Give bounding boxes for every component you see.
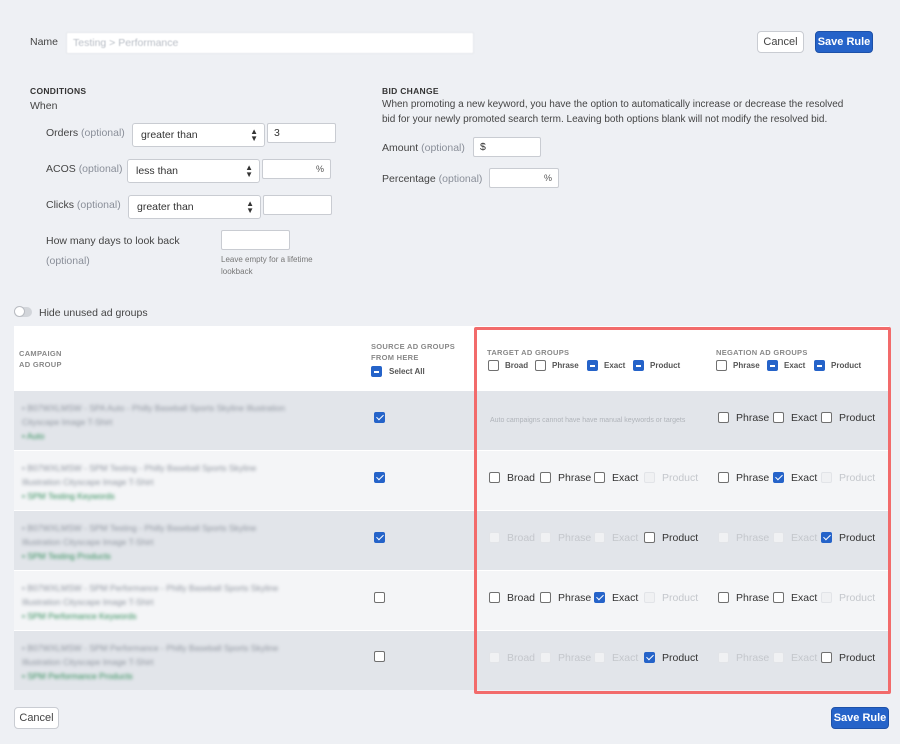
campaign-name: • B07WXLMSW - SPM Testing - Philly Baseb… xyxy=(22,523,257,561)
amount-input[interactable]: $ xyxy=(473,137,541,157)
orders-label: Orders (optional) xyxy=(46,127,125,139)
conditions-heading: CONDITIONS xyxy=(30,86,87,96)
hide-unused-label: Hide unused ad groups xyxy=(39,307,148,319)
percentage-input[interactable]: % xyxy=(489,168,559,188)
select-arrows-icon: ▲ ▼ xyxy=(246,199,254,215)
hide-unused-toggle[interactable] xyxy=(14,306,32,317)
source-checkbox[interactable] xyxy=(374,412,385,423)
clicks-label: Clicks (optional) xyxy=(46,199,121,211)
campaign-name: • B07WXLMSW - SPM Performance - Philly B… xyxy=(22,583,279,621)
clicks-value-input[interactable] xyxy=(263,195,332,215)
lookback-hint-2: lookback xyxy=(221,267,253,276)
select-all-label: Select All xyxy=(389,367,425,376)
bid-desc-2: bid for your newly promoted search term.… xyxy=(382,114,828,125)
select-arrows-icon: ▲ ▼ xyxy=(245,163,253,179)
save-rule-button-top[interactable]: Save Rule xyxy=(815,31,873,53)
campaign-name: • B07WXLMSW - SPM Performance - Philly B… xyxy=(22,643,279,681)
source-checkbox[interactable] xyxy=(374,532,385,543)
toggle-knob xyxy=(14,306,25,317)
lookback-days-input[interactable] xyxy=(221,230,290,250)
campaign-name: • B07WXLMSW - SPA Auto - Philly Baseball… xyxy=(22,403,286,441)
clicks-operator-select[interactable]: greater than ▲ ▼ xyxy=(128,195,261,219)
save-rule-button-bottom[interactable]: Save Rule xyxy=(831,707,889,729)
name-input[interactable]: Testing > Performance xyxy=(66,32,474,54)
col-campaign-header: CAMPAIGN AD GROUP xyxy=(19,349,62,369)
select-arrows-icon: ▲ ▼ xyxy=(250,127,258,143)
orders-value-input[interactable]: 3 xyxy=(267,123,336,143)
source-checkbox[interactable] xyxy=(374,651,385,662)
cancel-button-bottom[interactable]: Cancel xyxy=(14,707,59,729)
campaign-name: • B07WXLMSW - SPM Testing - Philly Baseb… xyxy=(22,463,257,501)
select-all-checkbox[interactable] xyxy=(371,366,382,377)
lookback-label: How many days to look back xyxy=(46,235,180,247)
amount-label: Amount (optional) xyxy=(382,142,465,154)
percent-suffix: % xyxy=(543,173,552,183)
lookback-optional: (optional) xyxy=(46,255,90,267)
percent-suffix: % xyxy=(315,164,324,174)
orders-operator-select[interactable]: greater than ▲ ▼ xyxy=(132,123,265,147)
bid-change-heading: BID CHANGE xyxy=(382,86,439,96)
acos-value-input[interactable]: % xyxy=(262,159,331,179)
when-label: When xyxy=(30,100,58,112)
source-checkbox[interactable] xyxy=(374,592,385,603)
acos-label: ACOS (optional) xyxy=(46,163,123,175)
lookback-hint-1: Leave empty for a lifetime xyxy=(221,255,313,264)
acos-operator-select[interactable]: less than ▲ ▼ xyxy=(127,159,260,183)
bid-desc-1: When promoting a new keyword, you have t… xyxy=(382,99,844,110)
name-label: Name xyxy=(30,36,59,48)
cancel-button-top[interactable]: Cancel xyxy=(757,31,804,53)
source-checkbox[interactable] xyxy=(374,472,385,483)
percentage-label: Percentage (optional) xyxy=(382,173,483,185)
highlight-frame xyxy=(474,327,891,694)
col-source-header: SOURCE AD GROUPS FROM HERE xyxy=(371,342,456,362)
